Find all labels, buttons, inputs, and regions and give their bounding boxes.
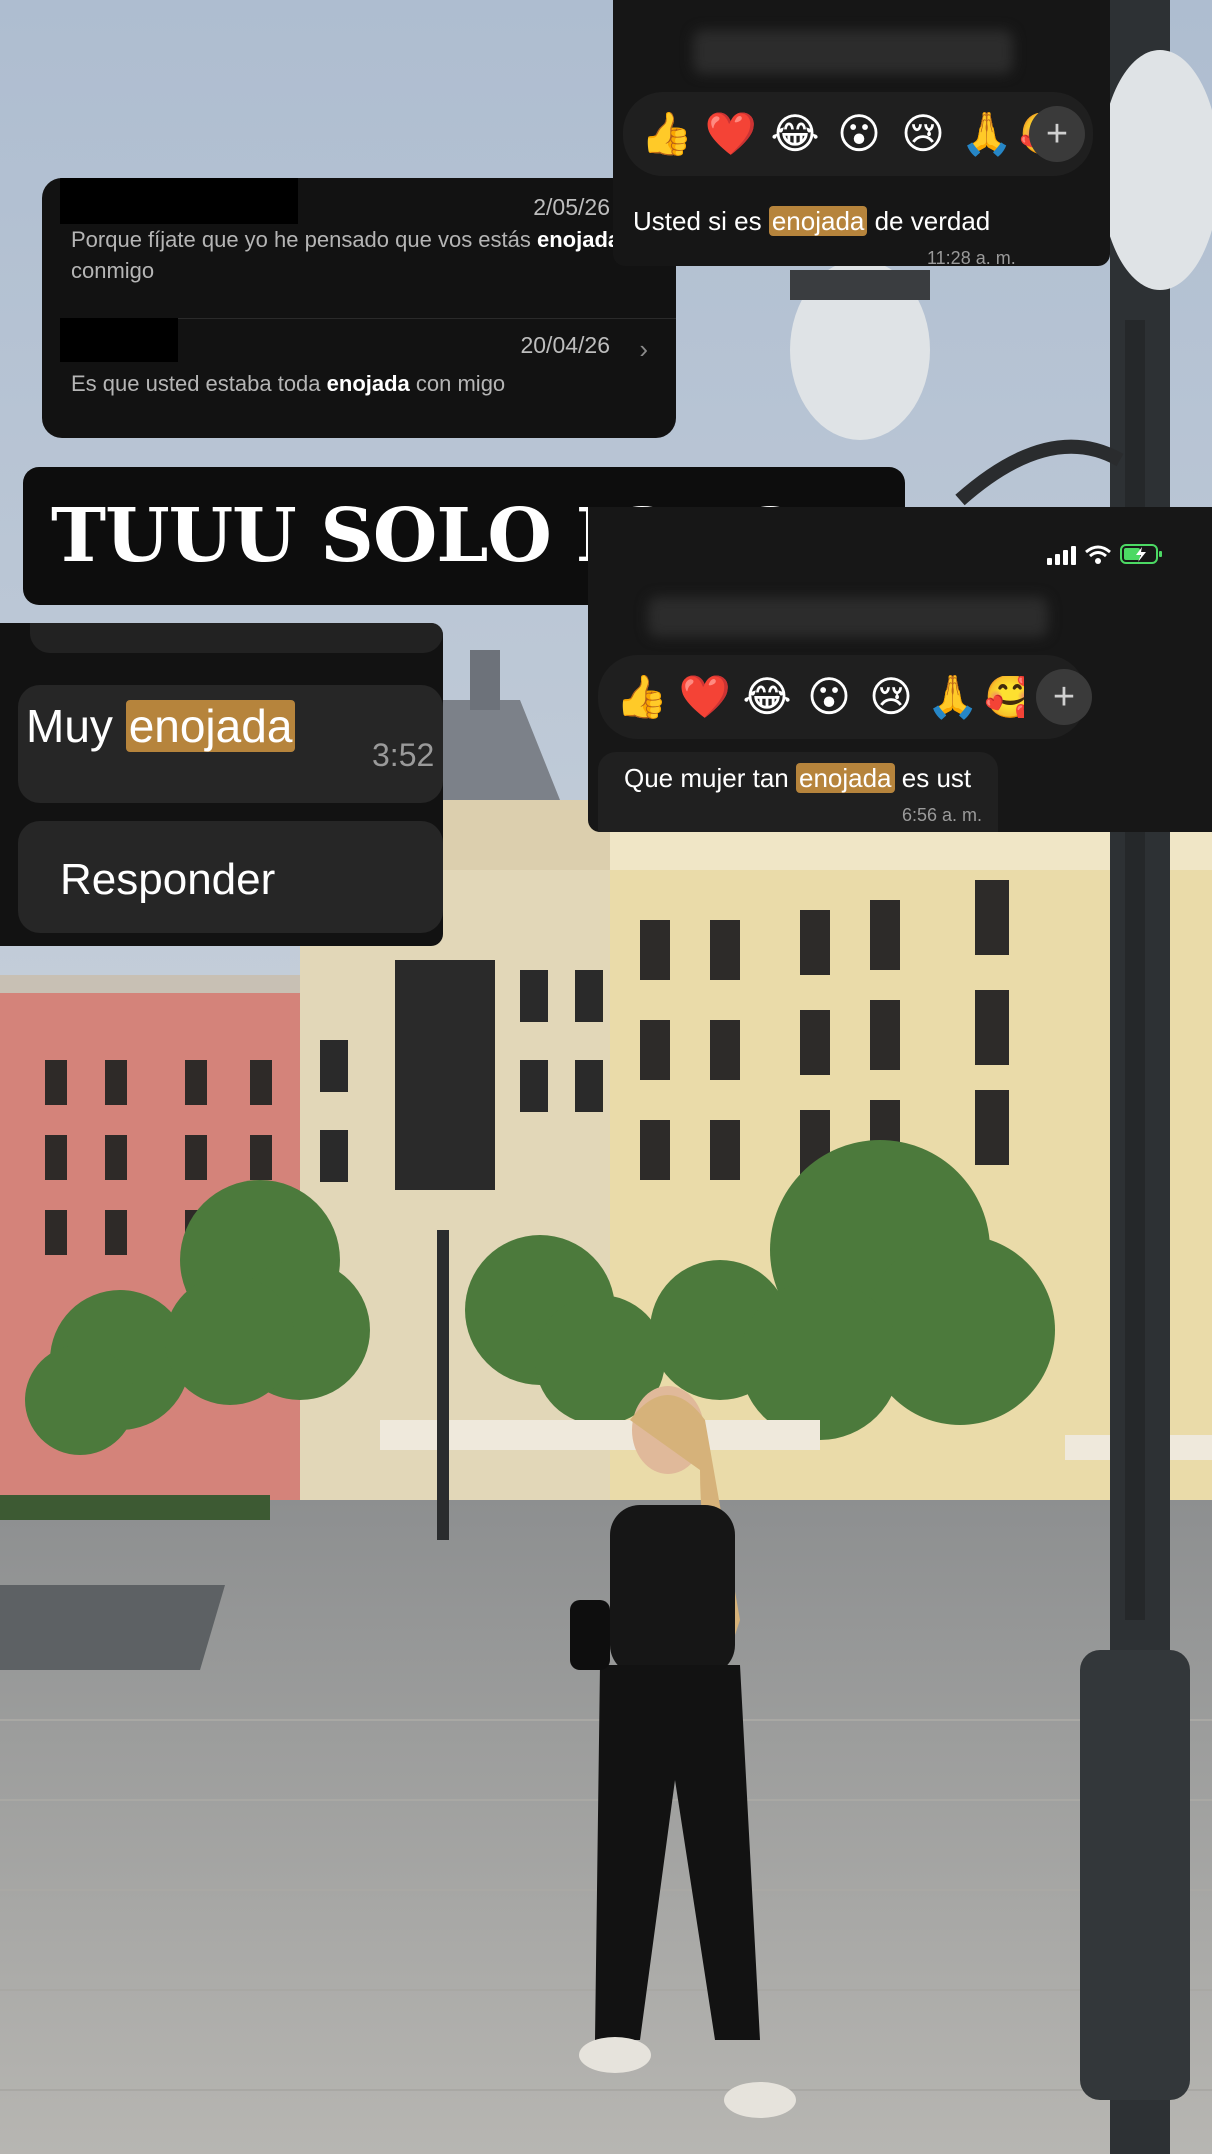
chevron-right-icon[interactable]: › [639, 334, 648, 365]
heart-icon[interactable]: ❤️ [699, 113, 763, 155]
pray-icon[interactable]: 🙏 [955, 113, 1019, 155]
message-time: 6:56 a. m. [902, 805, 983, 825]
blurred-header [693, 30, 1013, 74]
thumbs-up-icon[interactable]: 👍 [610, 676, 674, 718]
reply-button-label: Responder [60, 855, 276, 904]
result-date: 20/04/26 [520, 332, 610, 358]
message-card-left: Muy enojada 3:52 Responder [0, 623, 443, 946]
search-result-1[interactable]: 2/05/26 Porque fíjate que yo he pensado … [42, 178, 676, 318]
message-text: Usted si es enojada de verdad [633, 206, 991, 236]
battery-charging-icon [1120, 544, 1162, 564]
status-bar [1047, 543, 1164, 565]
sad-icon[interactable]: 😢 [860, 676, 922, 718]
search-result-2[interactable]: 20/04/26 Es que usted estaba toda enojad… [42, 318, 676, 438]
reaction-bar: 👍 ❤️ 😂 😮 😢 🙏 🥰 [623, 92, 1093, 176]
laugh-icon[interactable]: 😂 [763, 113, 827, 155]
thumbs-up-icon[interactable]: 👍 [635, 113, 699, 155]
redacted-contact-name [60, 318, 178, 362]
result-date: 2/05/26 [533, 194, 610, 220]
add-reaction-icon[interactable]: + [1029, 106, 1085, 162]
add-reaction-icon[interactable]: + [1036, 669, 1092, 725]
pray-icon[interactable]: 🙏 [922, 676, 984, 718]
love-icon[interactable]: 🥰 [984, 676, 1024, 718]
message-time: 11:28 a. m. [927, 248, 1016, 266]
search-results-card: 2/05/26 Porque fíjate que yo he pensado … [42, 178, 676, 438]
signal-icon [1047, 546, 1076, 565]
result-snippet: Porque fíjate que yo he pensado que vos … [71, 227, 621, 283]
surprised-icon[interactable]: 😮 [827, 113, 891, 155]
blurred-header [648, 597, 1048, 637]
reaction-bar: 👍 ❤️ 😂 😮 😢 🙏 🥰 [598, 655, 1086, 739]
redacted-contact-name [60, 178, 298, 224]
wifi-icon [1085, 545, 1111, 564]
message-time: 3:52 [372, 737, 435, 773]
reaction-card-top: 👍 ❤️ 😂 😮 😢 🙏 🥰 + Usted si es enojada de … [613, 0, 1110, 266]
bubble-edge [30, 623, 443, 653]
laugh-icon[interactable]: 😂 [736, 676, 798, 718]
message-text: Muy enojada [26, 699, 296, 753]
reaction-card-right: 👍 ❤️ 😂 😮 😢 🙏 🥰 + Que mujer tan enojada e… [588, 507, 1212, 832]
sad-icon[interactable]: 😢 [891, 113, 955, 155]
result-snippet: Es que usted estaba toda enojada con mig… [71, 371, 506, 396]
heart-icon[interactable]: ❤️ [674, 676, 736, 718]
surprised-icon[interactable]: 😮 [798, 676, 860, 718]
message-text: Que mujer tan enojada es ust [624, 763, 972, 793]
